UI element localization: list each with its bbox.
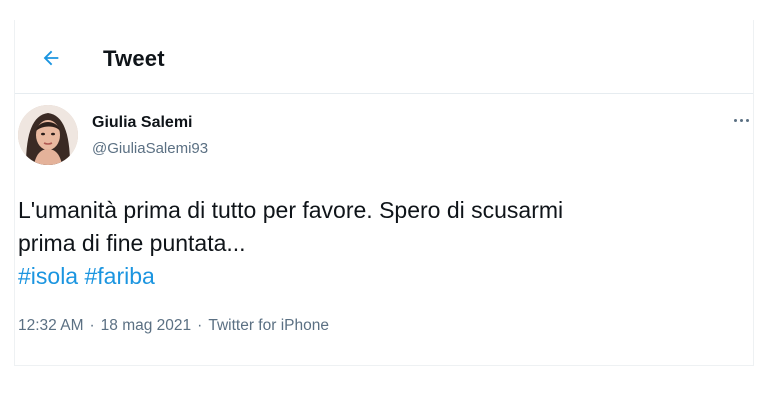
avatar[interactable] <box>18 105 78 165</box>
arrow-left-icon <box>43 50 59 66</box>
author-name[interactable]: Giulia Salemi <box>92 114 192 132</box>
author-handle[interactable]: @GiuliaSalemi93 <box>92 140 208 157</box>
avatar-image <box>18 105 78 165</box>
header-bar: Tweet <box>15 20 753 94</box>
hashtag-list: #isola #fariba <box>18 260 733 293</box>
back-button[interactable] <box>37 44 65 72</box>
tweet-text-line: L'umanità prima di tutto per favore. Spe… <box>18 197 564 223</box>
tweet-detail-panel: Tweet <box>14 20 754 366</box>
hashtag-link[interactable]: #isola <box>18 263 78 289</box>
tweet-date[interactable]: 18 mag 2021 <box>101 317 192 334</box>
tweet-time[interactable]: 12:32 AM <box>18 317 84 334</box>
more-dot <box>745 118 749 122</box>
page-title: Tweet <box>103 46 165 71</box>
more-options-button[interactable] <box>728 110 754 130</box>
more-dot <box>739 118 743 122</box>
tweet-text: L'umanità prima di tutto per favore. Spe… <box>18 194 733 293</box>
meta-separator: · <box>89 317 95 334</box>
hashtag-link[interactable]: #fariba <box>85 263 155 289</box>
tweet-meta: 12:32 AM · 18 mag 2021 · Twitter for iPhone <box>18 317 329 335</box>
more-dot <box>733 118 737 122</box>
meta-separator: · <box>197 317 203 334</box>
tweet-source[interactable]: Twitter for iPhone <box>208 317 329 334</box>
tweet-text-line: prima di fine puntata... <box>18 230 246 256</box>
